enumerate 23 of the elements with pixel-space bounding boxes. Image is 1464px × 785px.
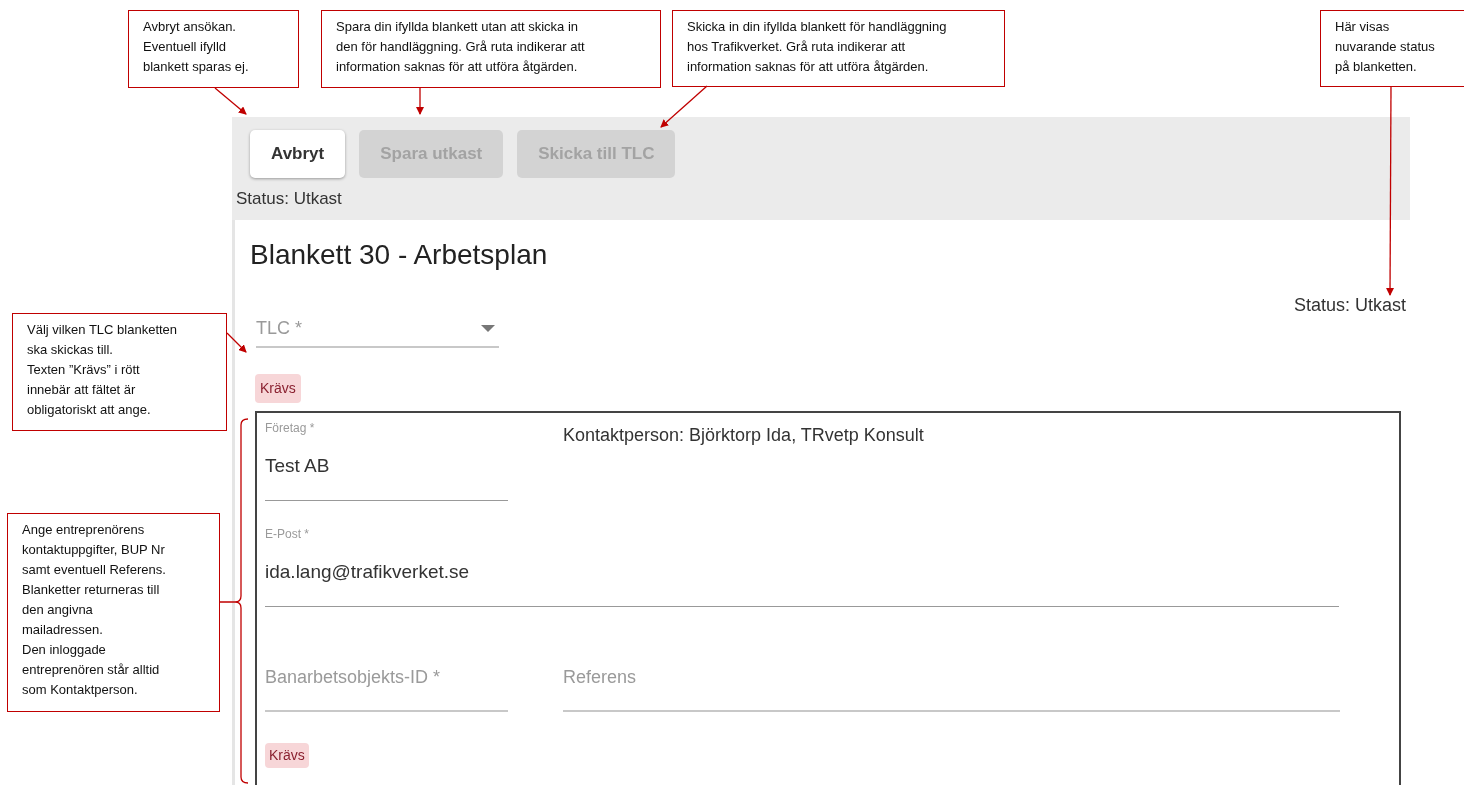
arrow [660,85,708,128]
status-text: Status: Utkast [235,189,342,209]
email-field[interactable]: E-Post * ida.lang@trafikverket.se [265,501,1339,607]
error-chip: Krävs [265,743,309,768]
callout-note: Spara din ifyllda blankett utan att skicka in den för handläggning. Grå ruta indikerar att information saknas för att utföra åtgärden. [321,10,661,88]
reference-field[interactable]: Referens [563,607,1340,712]
contact-person-text: Kontaktperson: Björktorp Ida, TRvetp Konsult [563,424,924,446]
toolbar-button[interactable]: Avbryt [250,130,346,178]
arrow [226,332,247,353]
object-id-field[interactable]: Banarbetsobjekts-ID * [265,607,508,712]
arrow [416,87,424,115]
company-field[interactable]: Företag * Test AB [265,413,508,501]
dropdown-caret-icon [481,324,495,332]
callout-note: Välj vilken TLC blanketten ska skickas till. Texten ”Krävs” i rött innebär att fältet är obligatoriskt att ange. [12,313,227,431]
form-title: Blankett 30 - Arbetsplan [250,238,548,272]
tlc-dropdown[interactable]: TLC * [256,310,499,348]
callout-note: Här visas nuvarande status på blanketten. [1320,10,1464,87]
error-chip: Krävs [255,374,301,403]
callout-note: Skicka in din ifyllda blankett för handläggning hos Trafikverket. Grå ruta indikerar att information saknas för att utföra åtgärden. [672,10,1005,87]
arrow [214,87,247,115]
status-text: Status: Utkast [1293,294,1406,316]
callout-note: Ange entreprenörens kontaktuppgifter, BUP Nr samt eventuell Referens. Blanketter returneras till den angivna mailadressen. Den inloggade entreprenören står alltid som Kontaktperson. [7,513,220,712]
callout-note: Avbryt ansökan. Eventuell ifylld blankett sparas ej. [128,10,299,88]
